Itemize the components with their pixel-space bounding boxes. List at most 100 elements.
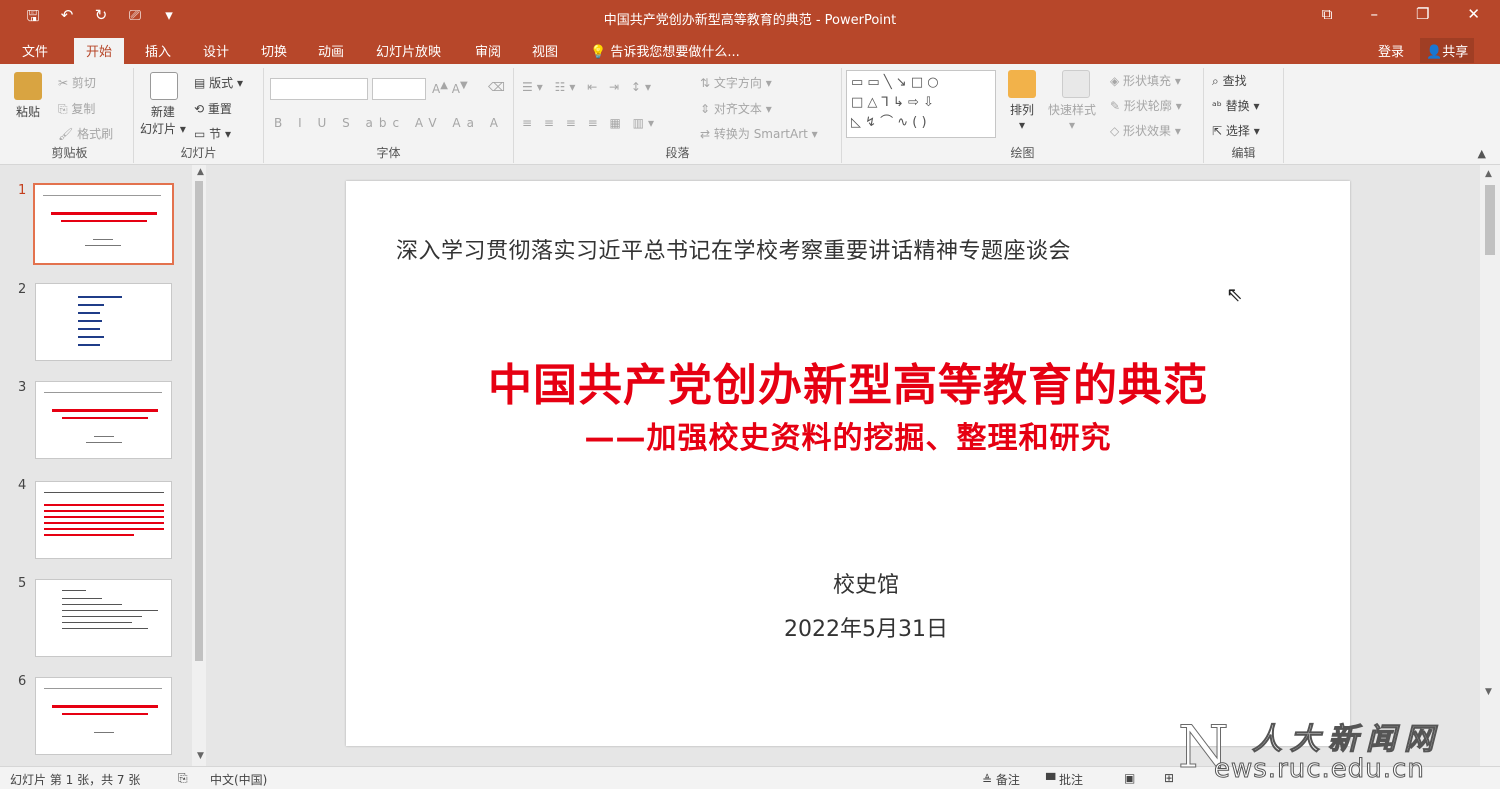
bold-button[interactable]: B	[274, 116, 288, 130]
quick-styles-icon	[1062, 70, 1090, 98]
ribbon: 粘贴 ✂ 剪切 ⎘ 复制 🖌 格式刷 剪贴板 新建 幻灯片 ▾ ▤ 版式 ▾ ⟲…	[0, 64, 1500, 165]
restore-icon[interactable]: ❐	[1416, 5, 1429, 23]
copy-button[interactable]: ⎘ 复制	[58, 100, 95, 117]
strikethrough-button[interactable]: abc	[366, 116, 406, 130]
tab-home[interactable]: 开始	[74, 38, 125, 66]
cut-button[interactable]: ✂ 剪切	[58, 74, 96, 91]
new-slide-button[interactable]: 新建 幻灯片 ▾	[140, 72, 186, 137]
change-case-button[interactable]: Aa	[452, 116, 480, 130]
shadow-button[interactable]: S	[342, 116, 356, 130]
section-button[interactable]: ▭ 节 ▾	[194, 125, 231, 142]
clear-format-icon[interactable]: ⌫	[488, 80, 505, 94]
scroll-down-icon[interactable]: ▼	[197, 751, 204, 761]
align-buttons[interactable]: ≡ ≡ ≡ ≡ ▦ ▥▾	[522, 116, 658, 130]
close-icon[interactable]: ✕	[1467, 5, 1480, 23]
clipboard-group: 粘贴 ✂ 剪切 ⎘ 复制 🖌 格式刷 剪贴板	[6, 68, 134, 163]
find-button[interactable]: ⌕ 查找	[1212, 72, 1247, 89]
sorter-view-icon[interactable]: ⊞	[1164, 771, 1174, 785]
clipboard-label: 剪贴板	[51, 146, 88, 160]
slide-editor[interactable]: 深入学习贯彻落实习近平总书记在学校考察重要讲话精神专题座谈会 中国共产党创办新型…	[346, 181, 1350, 746]
align-text-button[interactable]: ⇕ 对齐文本 ▾	[700, 100, 772, 117]
shapes-gallery[interactable]: ▭ ▭ ╲ ↘ □ ○ □ △ ⅂ ↳ ⇨ ⇩ ◺ ↯ ⌒ ∿ ( )	[846, 70, 996, 138]
thumb-number-6: 6	[18, 674, 27, 689]
collapse-ribbon-icon[interactable]: ▲	[1478, 147, 1486, 160]
scroll-up-icon[interactable]: ▲	[197, 167, 204, 177]
thumbnail-scrollbar[interactable]: ▲ ▼	[192, 165, 206, 766]
font-size-combo[interactable]	[372, 78, 426, 100]
title-bar: 🖫 ↶ ↻ ⎚ ▾ 中国共产党创办新型高等教育的典范 - PowerPoint …	[0, 0, 1500, 36]
login-button[interactable]: 登录	[1378, 41, 1404, 60]
tab-animations[interactable]: 动画	[318, 41, 344, 60]
ribbon-tabs: 文件 开始 插入 设计 切换 动画 幻灯片放映 审阅 视图 💡 告诉我您想要做什…	[0, 36, 1500, 66]
spacing-button[interactable]: AV	[415, 116, 443, 130]
search-icon: ⌕	[1212, 74, 1219, 88]
font-name-combo[interactable]	[270, 78, 368, 100]
comments-button[interactable]: ▀ 批注	[1046, 771, 1083, 788]
font-label: 字体	[376, 146, 401, 160]
tab-file[interactable]: 文件	[22, 41, 48, 60]
slide-title-line2[interactable]: ——加强校史资料的挖掘、整理和研究	[346, 413, 1350, 457]
text-direction-button[interactable]: ⇅ 文字方向 ▾	[700, 74, 772, 91]
window-controls: ⧉ – ❐ ✕	[1322, 5, 1480, 23]
thumbnail-1[interactable]	[33, 183, 174, 265]
spellcheck-icon[interactable]: ⎘	[178, 771, 188, 786]
paragraph-label: 段落	[665, 146, 690, 160]
tab-transitions[interactable]: 切换	[261, 41, 287, 60]
replace-button[interactable]: ᵃᵇ 替换 ▾	[1212, 97, 1260, 114]
thumb-number-5: 5	[18, 576, 27, 591]
user-icon: 👤	[1426, 45, 1443, 60]
thumb-number-3: 3	[18, 380, 27, 395]
thumbnail-3[interactable]	[35, 381, 172, 459]
shape-fill-button[interactable]: ◈ 形状填充 ▾	[1110, 72, 1181, 89]
paragraph-group: ☰▾ ☷▾ ⇤ ⇥ ↕▾ ≡ ≡ ≡ ≡ ▦ ▥▾ ⇅ 文字方向 ▾ ⇕ 对齐文…	[514, 68, 842, 163]
bullets-button[interactable]: ☰▾ ☷▾ ⇤ ⇥ ↕▾	[522, 80, 655, 94]
thumbnail-scroll-thumb[interactable]	[195, 181, 203, 661]
format-painter-button[interactable]: 🖌 格式刷	[58, 125, 113, 142]
scroll-down-icon[interactable]: ▼	[1485, 687, 1492, 697]
shape-effects-button[interactable]: ◇ 形状效果 ▾	[1110, 122, 1181, 139]
thumbnail-2[interactable]	[35, 283, 172, 361]
tab-review[interactable]: 审阅	[475, 41, 501, 60]
vertical-scrollbar[interactable]: ▲ ▼	[1480, 165, 1500, 766]
quick-styles-button[interactable]: 快速样式 ▾	[1048, 70, 1096, 132]
thumb-number-4: 4	[18, 478, 27, 493]
notes-button[interactable]: ≜ 备注	[982, 771, 1020, 788]
tab-slideshow[interactable]: 幻灯片放映	[376, 41, 441, 60]
layout-button[interactable]: ▤ 版式 ▾	[194, 74, 243, 91]
select-button[interactable]: ⇱ 选择 ▾	[1212, 122, 1260, 139]
language-indicator[interactable]: 中文(中国)	[210, 771, 267, 788]
new-slide-icon	[150, 72, 178, 100]
tab-design[interactable]: 设计	[203, 41, 229, 60]
shape-outline-button[interactable]: ✎ 形状轮廓 ▾	[1110, 97, 1182, 114]
tab-insert[interactable]: 插入	[145, 41, 171, 60]
slide-title[interactable]: 中国共产党创办新型高等教育的典范	[346, 349, 1350, 413]
italic-button[interactable]: I	[298, 116, 308, 130]
grow-font-button[interactable]: A▲ A▼	[432, 80, 468, 96]
window-title: 中国共产党创办新型高等教育的典范 - PowerPoint	[603, 13, 897, 28]
news-watermark: N 人大新闻网 ews.ruc.edu.cn	[1178, 712, 1496, 788]
smartart-button[interactable]: ⇄ 转换为 SmartArt ▾	[700, 125, 818, 142]
slide-organization[interactable]: 校史馆	[346, 567, 1386, 599]
paste-button[interactable]: 粘贴	[14, 72, 42, 120]
normal-view-icon[interactable]: ▣	[1124, 771, 1135, 785]
reset-button[interactable]: ⟲ 重置	[194, 100, 232, 117]
vertical-scroll-thumb[interactable]	[1485, 185, 1495, 255]
thumbnail-5[interactable]	[35, 579, 172, 657]
lightbulb-icon: 💡	[590, 45, 607, 60]
scroll-up-icon[interactable]: ▲	[1485, 169, 1492, 179]
ribbon-display-icon[interactable]: ⧉	[1322, 5, 1333, 23]
thumbnail-4[interactable]	[35, 481, 172, 559]
slide-subtitle[interactable]: 深入学习贯彻落实习近平总书记在学校考察重要讲话精神专题座谈会	[396, 233, 1071, 265]
font-format-buttons[interactable]: B I U S abc AV Aa A	[274, 116, 504, 130]
thumbnail-6[interactable]	[35, 677, 172, 755]
minimize-icon[interactable]: –	[1370, 5, 1378, 23]
arrange-button[interactable]: 排列 ▾	[1008, 70, 1036, 132]
tab-view[interactable]: 视图	[532, 41, 558, 60]
tell-me-search[interactable]: 💡 告诉我您想要做什么...	[590, 41, 740, 60]
arrange-icon	[1008, 70, 1036, 98]
font-color-button[interactable]: A	[490, 116, 504, 130]
share-button[interactable]: 👤共享	[1420, 38, 1475, 63]
slide-date[interactable]: 2022年5月31日	[346, 611, 1386, 643]
watermark-chinese: 人大新闻网	[1252, 722, 1442, 758]
underline-button[interactable]: U	[317, 116, 332, 130]
